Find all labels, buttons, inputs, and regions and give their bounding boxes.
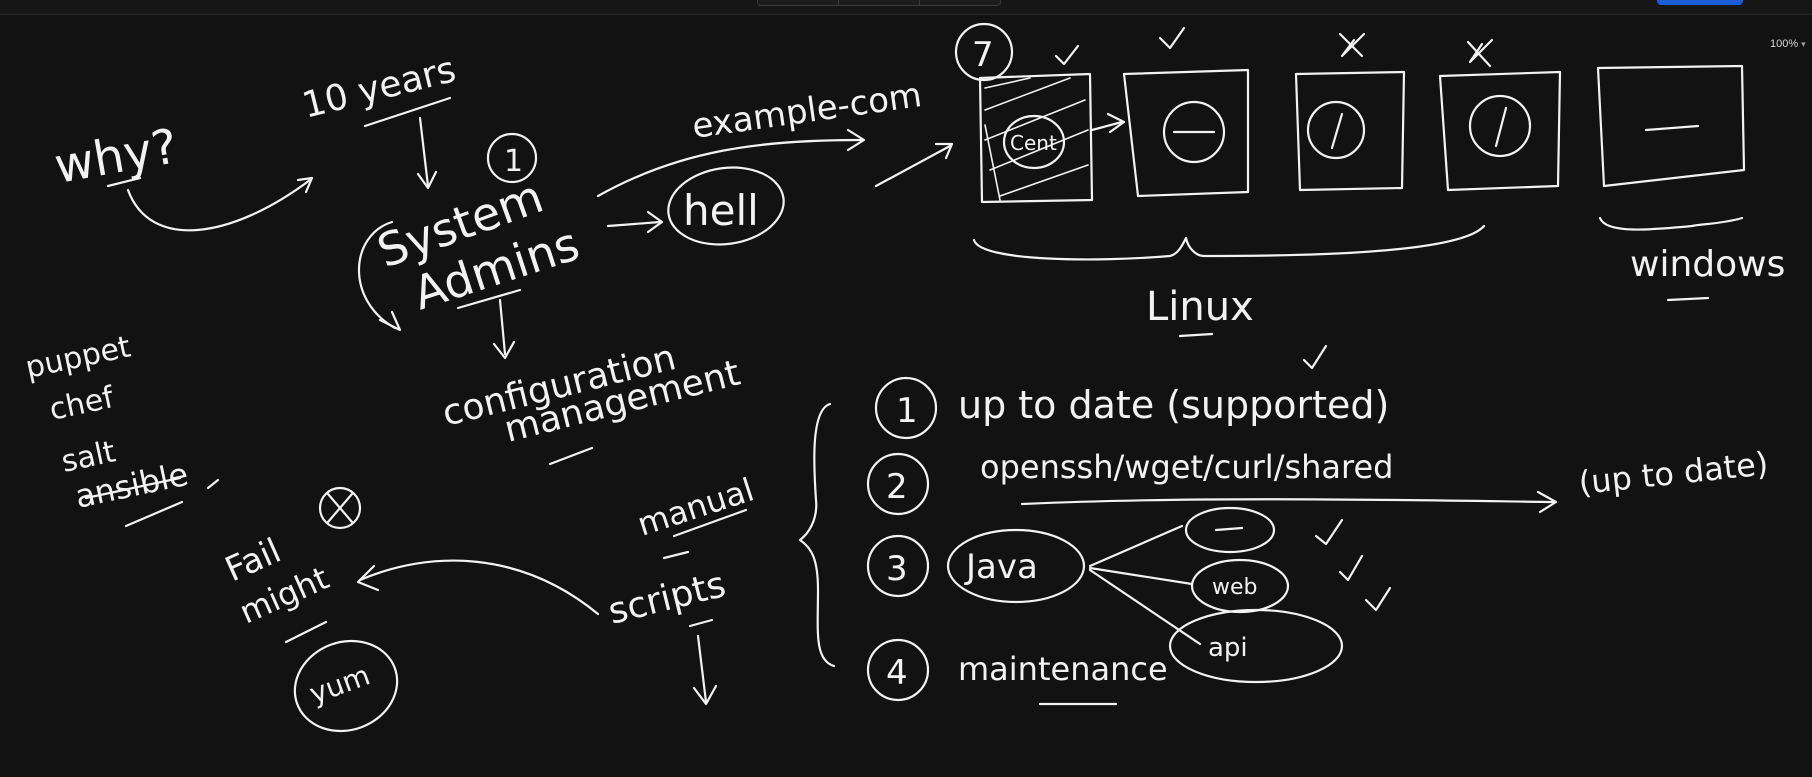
hell-text: hell (683, 186, 759, 235)
list-brace (798, 402, 836, 668)
windows-underline (1666, 296, 1710, 302)
windows-text: windows (1630, 244, 1785, 285)
whiteboard-canvas[interactable]: why? 10 years 1 System Admins hell examp… (0, 0, 1812, 777)
arrow-years-down (418, 116, 430, 188)
example-text: example-com (690, 75, 925, 147)
yum-text: yum (305, 659, 374, 711)
manual-text: manual (633, 470, 759, 543)
item-2-num: 2 (886, 467, 908, 507)
cross-mark (1338, 32, 1366, 58)
linux-underline (1178, 332, 1214, 338)
arrowhead (356, 564, 380, 592)
ansible-underline (124, 500, 184, 528)
arrow-to-uptodate (1020, 498, 1556, 506)
server-box-3-circle (1306, 100, 1366, 160)
check-mark (1302, 344, 1328, 370)
server-box-4-slash (1494, 106, 1508, 148)
tool-puppet: puppet (22, 329, 134, 385)
might-underline (284, 620, 328, 644)
arrowhead (378, 310, 402, 332)
count-text: 7 (972, 35, 994, 75)
linux-text: Linux (1146, 284, 1254, 330)
item-4-text: maintenance (958, 650, 1168, 688)
server-box-3 (1294, 70, 1406, 192)
cent-text: Cent (1010, 131, 1057, 155)
check-mark (1364, 586, 1392, 612)
arrow-admins-to-hell (606, 220, 662, 228)
server-box-5 (1596, 64, 1746, 188)
uptodate-text: (up to date) (1577, 444, 1770, 502)
arrow-scripts-to-might (358, 559, 600, 616)
fail-x (326, 492, 354, 524)
config-underline (548, 446, 594, 466)
arrow-why-to-years (126, 178, 312, 232)
years-text: 10 years (298, 49, 460, 127)
item-2-text: openssh/wget/curl/shared (980, 448, 1393, 486)
check-mark (1054, 44, 1080, 66)
arrow-admins-down (498, 298, 507, 356)
item-1-num: 1 (896, 391, 918, 431)
check-mark (1338, 554, 1364, 582)
linux-brace (972, 224, 1486, 261)
item-1-text: up to date (supported) (958, 383, 1389, 427)
scripts-text: scripts (604, 564, 729, 633)
arrow-scripts-down (696, 634, 708, 704)
java-api-text: api (1208, 633, 1248, 663)
cross-mark (1466, 38, 1494, 68)
server-box-5-dash (1644, 124, 1700, 132)
java-branch-3 (1168, 608, 1344, 684)
arrow-to-servers (874, 144, 952, 188)
windows-brace (1598, 216, 1744, 231)
server-box-4-circle (1468, 94, 1532, 158)
java-branch-1-dash (1214, 526, 1244, 532)
scripts-mark (662, 550, 690, 560)
java-web-text: web (1212, 575, 1258, 600)
item-4-num: 4 (886, 653, 908, 693)
check-mark (1314, 518, 1344, 546)
server-box-3-slash (1330, 112, 1344, 150)
tool-chef: chef (46, 380, 118, 428)
scripts-underline (688, 618, 714, 628)
ink-dot (206, 478, 220, 490)
java-text: Java (964, 547, 1038, 587)
item-3-num: 3 (886, 549, 908, 589)
check-mark (1158, 26, 1186, 50)
